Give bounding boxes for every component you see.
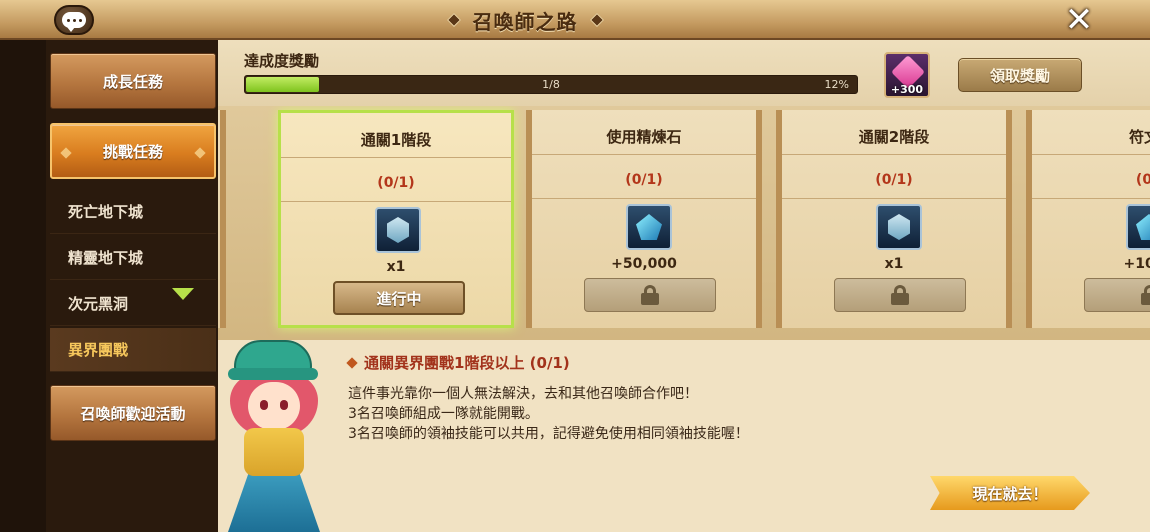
achievement-progress-bar: 1/8 12%: [244, 75, 858, 94]
ornament-icon: [60, 147, 72, 159]
card-amount: x1: [386, 259, 406, 275]
tab-challenge-quests[interactable]: 挑戰任務: [50, 123, 216, 179]
character-eye: [260, 400, 268, 410]
lock-icon: [641, 285, 659, 305]
quest-card-carousel[interactable]: 通關1階段 (0/1) x1 進行中 使用精煉石 (0/1) +50,000 通…: [218, 106, 1150, 340]
reward-slot[interactable]: [375, 207, 421, 253]
achievement-label: 達成度獎勵: [244, 52, 320, 70]
progress-text: 1/8: [542, 78, 560, 91]
tab-label: 挑戰任務: [102, 142, 163, 161]
summoner-road-screen: 召喚師之路 ✕ 成長任務 挑戰任務 死亡地下城 精靈地下城 次元黑洞 異界團戰 …: [0, 0, 1150, 532]
title-bar: 召喚師之路 ✕: [0, 0, 1150, 40]
achievement-strip: 達成度獎勵 1/8 12% +300 領取獎勵: [218, 40, 1150, 106]
in-progress-button[interactable]: 進行中: [333, 281, 465, 315]
chat-bubble-icon: [62, 12, 86, 32]
diamond-ornament-icon: [446, 12, 461, 28]
claim-reward-label: 領取獎勵: [989, 66, 1050, 85]
quest-card[interactable]: 使用精煉石 (0/1) +50,000: [526, 110, 762, 328]
close-x-icon: ✕: [1064, 0, 1094, 40]
character-hat-brim: [228, 368, 318, 380]
quest-objective-text: 通關異界團戰1階段以上 (0/1): [364, 354, 570, 372]
card-count: (0/1): [377, 175, 415, 191]
quest-card[interactable]: 通關1階段 (0/1) x1 進行中: [278, 110, 514, 328]
divider: [281, 201, 511, 202]
reward-slot[interactable]: [876, 204, 922, 250]
quest-card[interactable]: 通關2階段 (0/1) x1: [776, 110, 1012, 328]
description-line: 3名召喚師組成一隊就能開戰。: [348, 406, 539, 422]
divider: [1032, 198, 1150, 199]
card-title: 通關1階段: [360, 131, 432, 149]
chat-button[interactable]: [54, 5, 94, 35]
button-label: 進行中: [376, 289, 422, 308]
sidebar-item-label: 異界團戰: [68, 341, 129, 359]
go-now-label: 現在就去！: [972, 484, 1048, 503]
quest-card-partial[interactable]: 符文 (0 +100: [1026, 110, 1150, 328]
ornament-icon: [194, 147, 206, 159]
sidebar-item-spirit-dungeon[interactable]: 精靈地下城: [50, 236, 216, 280]
gem-icon: [1136, 214, 1150, 240]
card-count: (0/1): [875, 172, 913, 188]
quest-description: 這件事光靠你一個人無法解決，去和其他召喚師合作吧！ 3名召喚師組成一隊就能開戰。…: [348, 384, 948, 444]
reward-crystal-slot[interactable]: +300: [884, 52, 930, 98]
main-panel: 達成度獎勵 1/8 12% +300 領取獎勵 通關1階段 (0/1) x1 進…: [218, 40, 1150, 532]
character-body: [244, 428, 304, 476]
quest-detail-panel: 通關異界團戰1階段以上 (0/1) 這件事光靠你一個人無法解決，去和其他召喚師合…: [218, 340, 1150, 532]
card-title: 通關2階段: [858, 128, 930, 146]
sidebar-item-otherworld-raid[interactable]: 異界團戰: [50, 328, 216, 372]
divider: [532, 154, 756, 155]
divider: [782, 154, 1006, 155]
sidebar-item-label: 次元黑洞: [68, 295, 129, 313]
lock-icon: [891, 285, 909, 305]
sidebar-item-label: 死亡地下城: [68, 203, 144, 221]
reward-slot[interactable]: [626, 204, 672, 250]
divider: [532, 198, 756, 199]
sidebar-item-death-dungeon[interactable]: 死亡地下城: [50, 190, 216, 234]
progress-percent: 12%: [824, 78, 849, 91]
rune-icon: [888, 214, 910, 240]
description-line: 3名召喚師的領袖技能可以共用，記得避免使用相同領袖技能喔！: [348, 426, 749, 442]
gem-icon: [636, 214, 662, 240]
tab-label: 召喚師歡迎活動: [80, 404, 186, 423]
card-title: 符文: [1128, 128, 1150, 146]
quest-objective: 通關異界團戰1階段以上 (0/1): [346, 352, 570, 373]
character-eye: [280, 400, 288, 410]
active-card-pointer-icon: [172, 288, 194, 300]
card-count: (0: [1135, 172, 1150, 188]
card-amount: +100: [1123, 256, 1150, 272]
rune-icon: [387, 217, 409, 243]
diamond-ornament-icon: [589, 12, 604, 28]
reward-quantity: +300: [890, 83, 924, 96]
tab-label: 成長任務: [102, 72, 163, 91]
tab-growth-quests[interactable]: 成長任務: [50, 53, 216, 109]
divider: [281, 157, 511, 158]
go-now-button[interactable]: 現在就去！: [930, 476, 1090, 510]
guide-character-illustration: [224, 340, 324, 532]
divider: [1032, 154, 1150, 155]
lock-icon: [1141, 285, 1150, 305]
sidebar-item-label: 精靈地下城: [68, 249, 144, 267]
card-title: 使用精煉石: [606, 128, 682, 146]
locked-button[interactable]: [1084, 278, 1150, 312]
locked-button[interactable]: [584, 278, 716, 312]
tab-summoner-welcome-event[interactable]: 召喚師歡迎活動: [50, 385, 216, 441]
claim-reward-button[interactable]: 領取獎勵: [958, 58, 1082, 92]
reward-slot[interactable]: [1126, 204, 1150, 250]
close-button[interactable]: ✕: [1062, 3, 1096, 37]
quest-card-partial: [218, 110, 226, 328]
description-line: 這件事光靠你一個人無法解決，去和其他召喚師合作吧！: [348, 386, 698, 402]
card-amount: +50,000: [611, 256, 677, 272]
character-face: [248, 382, 300, 430]
card-amount: x1: [884, 256, 904, 272]
diamond-bullet-icon: [346, 356, 358, 369]
card-count: (0/1): [625, 172, 663, 188]
divider: [782, 198, 1006, 199]
title-wrap: 召喚師之路: [430, 0, 620, 40]
locked-button[interactable]: [834, 278, 966, 312]
page-title: 召喚師之路: [472, 9, 578, 34]
sidebar: 成長任務 挑戰任務 死亡地下城 精靈地下城 次元黑洞 異界團戰 召喚師歡迎活動: [0, 40, 218, 532]
